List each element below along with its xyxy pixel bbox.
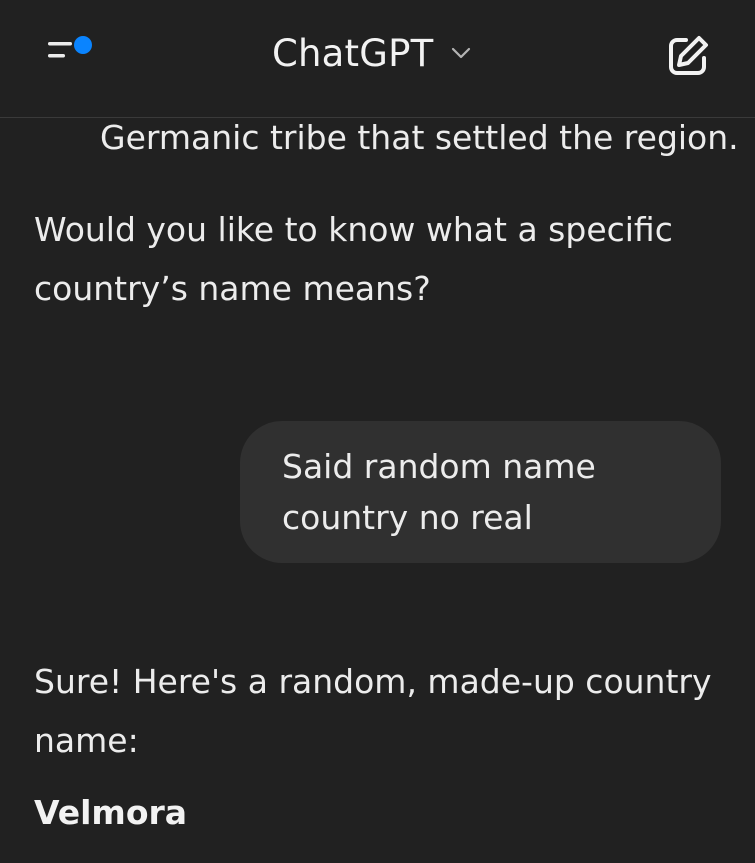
assistant-reply-intro: Sure! Here's a random, made-up country n…: [34, 662, 712, 760]
model-selector[interactable]: ChatGPT: [272, 28, 473, 78]
assistant-followup-question: Would you like to know what a specific c…: [34, 210, 673, 308]
page-title: ChatGPT: [272, 31, 434, 75]
assistant-message-fragment: Germanic tribe that settled the region.: [100, 118, 739, 157]
chevron-down-icon: [452, 47, 471, 59]
top-bar: ChatGPT: [0, 0, 755, 118]
menu-icon: [48, 36, 92, 58]
assistant-reply-country-name: Velmora: [34, 793, 188, 832]
user-message-text: Said random name country no real: [282, 447, 596, 537]
new-chat-button[interactable]: [664, 32, 712, 80]
edit-icon: [669, 36, 708, 75]
chat-screen: ChatGPT Germanic tribe that settled the …: [0, 0, 755, 863]
notification-dot: [74, 36, 92, 54]
user-message-bubble[interactable]: Said random name country no real: [240, 421, 721, 563]
menu-button[interactable]: [40, 30, 100, 80]
